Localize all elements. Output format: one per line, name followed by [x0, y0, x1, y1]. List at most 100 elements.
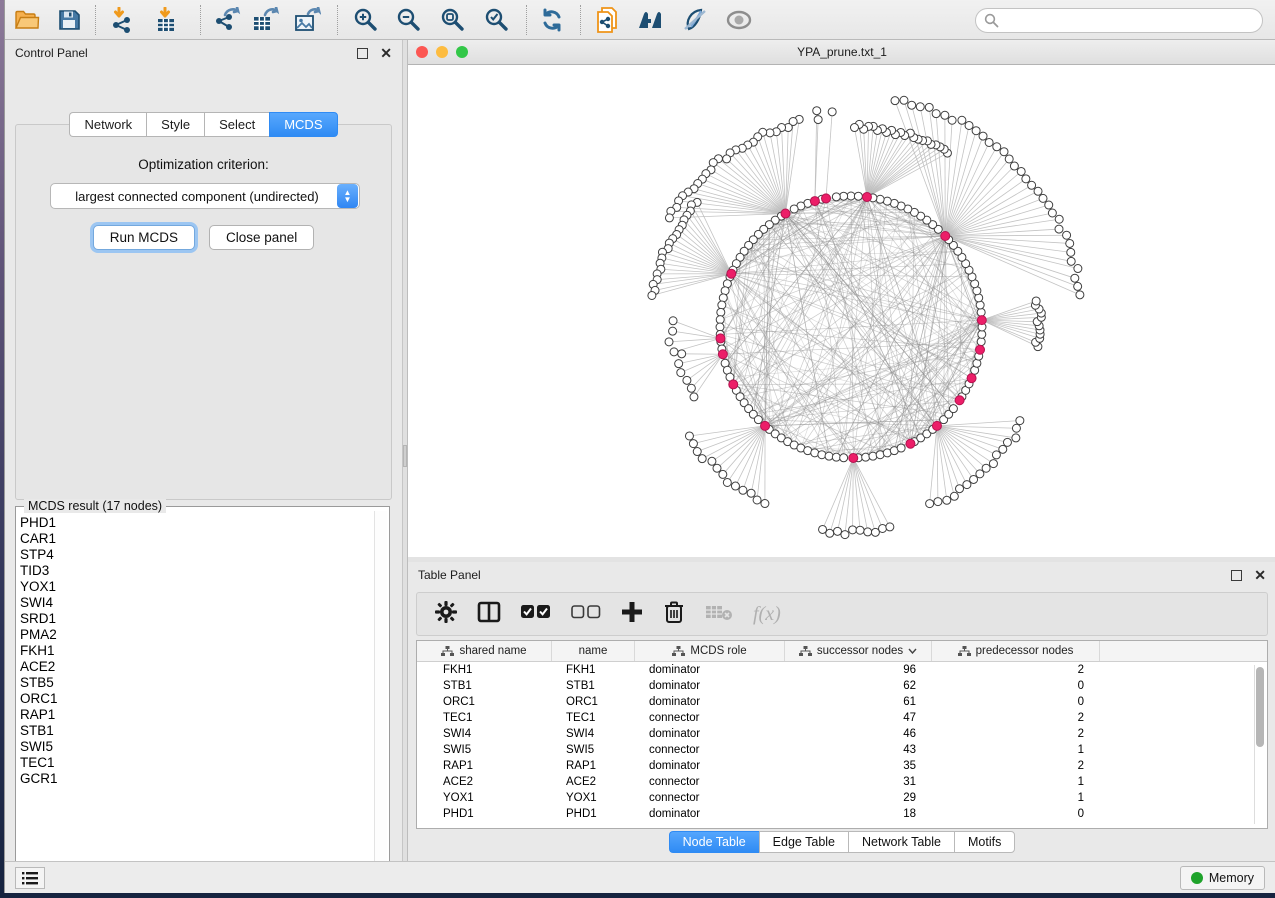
close-table-panel-icon[interactable]: ✕	[1254, 570, 1266, 581]
mcds-result-item[interactable]: ACE2	[20, 659, 371, 675]
table-row[interactable]: FKH1FKH1dominator962	[417, 662, 1267, 678]
import-table-icon[interactable]	[149, 3, 185, 37]
first-neighbors-icon[interactable]	[634, 3, 670, 37]
cell-mcds-role: connector	[635, 774, 785, 790]
control-panel-title: Control Panel	[15, 46, 88, 60]
mcds-result-item[interactable]: SRD1	[20, 611, 371, 627]
mcds-result-item[interactable]: GCR1	[20, 771, 371, 787]
delete-columns-icon[interactable]	[663, 600, 685, 629]
close-panel-icon[interactable]: ✕	[380, 48, 392, 59]
mcds-result-list[interactable]: PHD1CAR1STP4TID3YOX1SWI4SRD1PMA2FKH1ACE2…	[20, 515, 371, 873]
mcds-result-item[interactable]: FKH1	[20, 643, 371, 659]
export-image-icon[interactable]	[289, 3, 325, 37]
new-network-from-selection-icon[interactable]	[589, 3, 625, 37]
table-options-gear-icon[interactable]	[435, 601, 457, 628]
mcds-result-item[interactable]: RAP1	[20, 707, 371, 723]
mcds-result-item[interactable]: ORC1	[20, 691, 371, 707]
float-table-panel-icon[interactable]	[1231, 570, 1242, 581]
mcds-result-item[interactable]: STB1	[20, 723, 371, 739]
open-file-icon[interactable]	[9, 3, 45, 37]
column-header-successor-nodes[interactable]: successor nodes	[785, 641, 932, 661]
table-row[interactable]: STB1STB1dominator620	[417, 678, 1267, 694]
export-table-icon[interactable]	[247, 3, 283, 37]
splitter-grip[interactable]	[403, 445, 407, 467]
mcds-result-item[interactable]: PHD1	[20, 515, 371, 531]
tab-network[interactable]: Network	[69, 112, 146, 137]
table-row[interactable]: ORC1ORC1dominator610	[417, 694, 1267, 710]
zoom-in-icon[interactable]	[348, 3, 384, 37]
select-all-rows-icon[interactable]	[521, 604, 551, 625]
tab-select[interactable]: Select	[204, 112, 269, 137]
deselect-all-rows-icon[interactable]	[571, 604, 601, 625]
network-canvas-svg	[408, 65, 1275, 557]
create-column-icon[interactable]	[621, 601, 643, 628]
cell-shared-name: FKH1	[417, 662, 552, 678]
table-row[interactable]: TEC1TEC1connector472	[417, 710, 1267, 726]
cell-shared-name: ORC1	[417, 694, 552, 710]
float-panel-icon[interactable]	[357, 48, 368, 59]
cell-mcds-role: dominator	[635, 678, 785, 694]
show-columns-icon[interactable]	[477, 601, 501, 628]
table-scrollbar-thumb[interactable]	[1256, 667, 1264, 747]
column-header-shared-name[interactable]: shared name	[417, 641, 552, 661]
memory-label: Memory	[1209, 871, 1254, 885]
network-window-titlebar[interactable]: YPA_prune.txt_1	[408, 40, 1275, 65]
cell-name: TEC1	[552, 710, 635, 726]
tab-motifs[interactable]: Motifs	[954, 831, 1015, 853]
node-table-header: shared name name MCDS role successor nod…	[417, 641, 1267, 662]
save-session-icon[interactable]	[51, 3, 87, 37]
zoom-fit-icon[interactable]	[435, 3, 471, 37]
search-input[interactable]	[999, 14, 1254, 28]
tab-style[interactable]: Style	[146, 112, 204, 137]
network-canvas[interactable]	[408, 65, 1275, 557]
tree-icon	[958, 646, 971, 657]
cell-predecessor-nodes: 0	[932, 806, 1100, 822]
column-header-mcds-role[interactable]: MCDS role	[635, 641, 785, 661]
table-row[interactable]: RAP1RAP1dominator352	[417, 758, 1267, 774]
mcds-result-item[interactable]: TEC1	[20, 755, 371, 771]
mcds-result-item[interactable]: STP4	[20, 547, 371, 563]
search-field[interactable]	[975, 8, 1263, 33]
cell-shared-name: STB1	[417, 678, 552, 694]
criterion-dropdown[interactable]: largest connected component (undirected)…	[50, 183, 360, 209]
mcds-result-item[interactable]: SWI5	[20, 739, 371, 755]
refresh-view-icon[interactable]	[534, 3, 570, 37]
export-network-icon[interactable]	[209, 3, 245, 37]
mcds-result-item[interactable]: YOX1	[20, 579, 371, 595]
cell-name: ORC1	[552, 694, 635, 710]
mcds-result-item[interactable]: PMA2	[20, 627, 371, 643]
memory-status-icon	[1191, 872, 1203, 884]
table-row[interactable]: PHD1PHD1dominator180	[417, 806, 1267, 822]
tab-edge-table[interactable]: Edge Table	[759, 831, 848, 853]
mcds-result-item[interactable]: STB5	[20, 675, 371, 691]
column-header-name[interactable]: name	[552, 641, 635, 661]
table-row[interactable]: YOX1YOX1connector291	[417, 790, 1267, 806]
memory-button[interactable]: Memory	[1180, 866, 1265, 890]
network-window-title: YPA_prune.txt_1	[408, 45, 1275, 59]
table-row[interactable]: SWI4SWI4dominator462	[417, 726, 1267, 742]
table-scrollbar[interactable]	[1254, 665, 1265, 824]
hide-graphics-details-icon[interactable]	[721, 3, 757, 37]
cell-shared-name: TEC1	[417, 710, 552, 726]
mcds-result-item[interactable]: TID3	[20, 563, 371, 579]
mcds-list-scrollbar[interactable]	[374, 511, 387, 873]
tab-network-table[interactable]: Network Table	[848, 831, 954, 853]
cell-filler	[1100, 758, 1267, 774]
task-history-button[interactable]	[15, 867, 45, 889]
optimization-criterion-label: Optimization criterion:	[16, 157, 391, 172]
destroy-table-icon	[705, 603, 733, 626]
table-row[interactable]: ACE2ACE2connector311	[417, 774, 1267, 790]
tab-node-table[interactable]: Node Table	[669, 831, 759, 853]
cell-filler	[1100, 742, 1267, 758]
run-mcds-button[interactable]: Run MCDS	[93, 225, 195, 250]
tab-mcds[interactable]: MCDS	[269, 112, 337, 137]
import-network-icon[interactable]	[105, 3, 141, 37]
table-row[interactable]: SWI5SWI5connector431	[417, 742, 1267, 758]
mcds-result-item[interactable]: CAR1	[20, 531, 371, 547]
zoom-out-icon[interactable]	[391, 3, 427, 37]
column-header-predecessor-nodes[interactable]: predecessor nodes	[932, 641, 1100, 661]
close-panel-button[interactable]: Close panel	[209, 225, 314, 250]
show-graphics-details-icon[interactable]	[677, 3, 713, 37]
mcds-result-item[interactable]: SWI4	[20, 595, 371, 611]
zoom-selected-icon[interactable]	[479, 3, 515, 37]
